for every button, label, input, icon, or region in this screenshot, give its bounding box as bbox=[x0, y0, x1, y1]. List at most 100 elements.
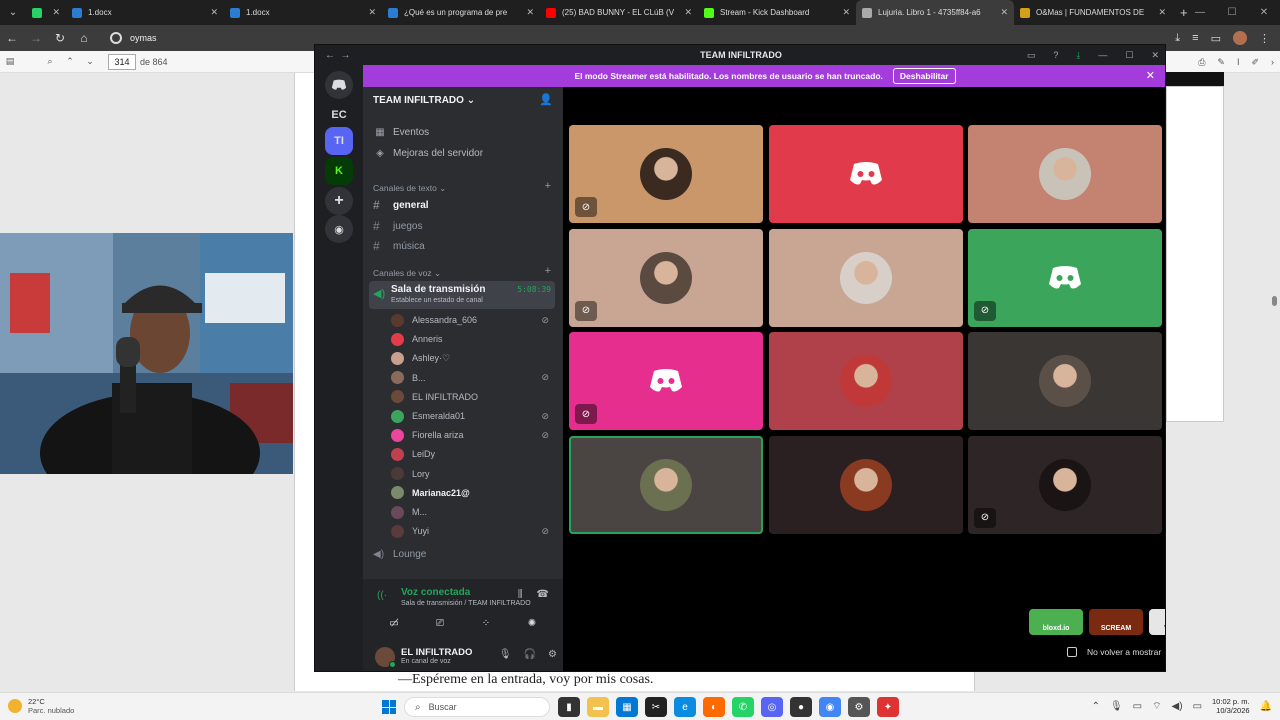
close-tab-icon[interactable]: ✕ bbox=[684, 7, 692, 18]
close-window-icon[interactable]: ✕ bbox=[1151, 50, 1159, 61]
settings-gear-icon[interactable]: ⚙ bbox=[548, 649, 557, 660]
forward-icon[interactable]: → bbox=[24, 31, 48, 45]
inbox-icon[interactable]: ▭ bbox=[1027, 50, 1036, 61]
noise-suppression-icon[interactable]: ⫼ bbox=[518, 589, 523, 600]
disable-streamer-button[interactable]: Deshabilitar bbox=[892, 68, 956, 84]
browser-tab[interactable]: Lujuria. Libro 1 - 4735ff84-a6 ✕ bbox=[856, 0, 1014, 25]
soundboard-icon[interactable]: ✺ bbox=[513, 613, 551, 633]
participant-tile[interactable] bbox=[968, 125, 1162, 223]
voice-member[interactable]: Esmeralda01 ⊘ bbox=[391, 408, 551, 424]
back-icon[interactable]: ← bbox=[0, 31, 24, 45]
server-name-header[interactable]: TEAM INFILTRADO ⌄ bbox=[373, 95, 475, 106]
kick-server-icon[interactable]: K bbox=[325, 157, 353, 185]
prev-page-icon[interactable]: ⌃ bbox=[60, 56, 80, 67]
server-icon-ec[interactable]: EC bbox=[325, 101, 353, 129]
browser-tab[interactable]: Stream - Kick Dashboard ✕ bbox=[698, 0, 856, 25]
server-icon-ti[interactable]: TI bbox=[325, 127, 353, 155]
edge-icon[interactable]: e bbox=[674, 697, 696, 717]
channel-lounge[interactable]: ◀) Lounge bbox=[373, 549, 426, 560]
close-tab-icon[interactable]: ✕ bbox=[368, 7, 376, 18]
close-window-icon[interactable]: ✕ bbox=[1248, 0, 1280, 25]
browser-tab[interactable]: 1.docx ✕ bbox=[66, 0, 224, 25]
participant-tile[interactable]: ⊘ bbox=[968, 228, 1162, 327]
events-item[interactable]: ▦ Eventos bbox=[373, 127, 429, 138]
channel-musica[interactable]: # música bbox=[373, 239, 425, 253]
draw-icon[interactable]: ✐ bbox=[1251, 57, 1259, 68]
url-field[interactable]: oymas bbox=[102, 28, 165, 48]
text-category[interactable]: Canales de texto ⌄ bbox=[373, 183, 446, 194]
help-icon[interactable]: ? bbox=[1053, 50, 1058, 60]
reload-icon[interactable]: ↻ bbox=[48, 31, 72, 45]
close-tab-icon[interactable]: ✕ bbox=[526, 7, 534, 18]
voice-member[interactable]: LeiDy bbox=[391, 446, 551, 462]
discord-icon[interactable]: ◎ bbox=[761, 697, 783, 717]
app-icon[interactable]: ✦ bbox=[877, 697, 899, 717]
home-icon[interactable]: ⌂ bbox=[72, 31, 96, 45]
sidebar-toggle-icon[interactable]: ▤ bbox=[0, 56, 20, 67]
voice-member[interactable]: M... bbox=[391, 504, 551, 520]
browser-tab[interactable]: ¿Qué es un programa de pre ✕ bbox=[382, 0, 540, 25]
task-view-icon[interactable]: ▮ bbox=[558, 697, 580, 717]
firefox-icon[interactable]: ◐ bbox=[703, 697, 725, 717]
browser-tab[interactable]: 1.docx ✕ bbox=[224, 0, 382, 25]
capcut-icon[interactable]: ✂ bbox=[645, 697, 667, 717]
monitor-icon[interactable]: ▭ bbox=[1133, 701, 1142, 712]
dont-show-checkbox[interactable] bbox=[1067, 647, 1077, 657]
reading-list-icon[interactable]: ≡ bbox=[1192, 32, 1198, 44]
participant-tile[interactable]: ⊘ bbox=[968, 435, 1162, 534]
text-icon[interactable]: I bbox=[1237, 57, 1240, 67]
browser-tab[interactable]: (25) BAD BUNNY - EL CLúB (V ✕ bbox=[540, 0, 698, 25]
participant-tile[interactable] bbox=[569, 435, 763, 534]
boosts-item[interactable]: ◈ Mejoras del servidor bbox=[373, 148, 483, 159]
activity-card[interactable]: Wordle bbox=[1149, 609, 1165, 635]
screen-share-icon[interactable]: ⎚ bbox=[421, 613, 459, 633]
add-server-icon[interactable]: + bbox=[325, 187, 353, 215]
voice-member[interactable]: Fiorella ariza ⊘ bbox=[391, 427, 551, 443]
chrome-icon[interactable]: ◉ bbox=[819, 697, 841, 717]
activity-card[interactable]: bloxd.io bbox=[1029, 609, 1083, 635]
user-panel[interactable]: EL INFILTRADO En canal de voz 🎙 🎧 ⚙ bbox=[373, 645, 557, 669]
browser-menu-icon[interactable]: ⋮ bbox=[1259, 32, 1270, 45]
file-explorer-icon[interactable]: ▬ bbox=[587, 697, 609, 717]
battery-icon[interactable]: ▭ bbox=[1193, 701, 1202, 712]
settings-gear-icon[interactable]: ⚙ bbox=[848, 697, 870, 717]
weather-widget[interactable]: 22°C Parc. nublado bbox=[8, 697, 74, 715]
discord-home-icon[interactable] bbox=[325, 71, 353, 99]
tab-search-icon[interactable]: ⌄ bbox=[0, 0, 26, 25]
participant-tile[interactable] bbox=[968, 332, 1162, 430]
participant-tile[interactable] bbox=[768, 228, 963, 327]
browser-tab[interactable]: ✕ bbox=[26, 0, 66, 25]
participant-tile[interactable] bbox=[768, 125, 963, 223]
maximize-icon[interactable]: ☐ bbox=[1216, 0, 1248, 25]
store-icon[interactable]: ▦ bbox=[616, 697, 638, 717]
wifi-icon[interactable]: ⌔ bbox=[1152, 700, 1161, 713]
whatsapp-icon[interactable]: ✆ bbox=[732, 697, 754, 717]
microphone-icon[interactable]: 🎙 bbox=[1110, 701, 1123, 712]
headphones-icon[interactable]: 🎧 bbox=[524, 649, 536, 660]
participant-tile[interactable]: ⊘ bbox=[569, 332, 763, 430]
close-tab-icon[interactable]: ✕ bbox=[842, 7, 850, 18]
maximize-icon[interactable]: ☐ bbox=[1125, 50, 1133, 61]
windows-start-icon[interactable] bbox=[382, 700, 396, 714]
profile-avatar[interactable] bbox=[1233, 31, 1247, 45]
minimize-icon[interactable]: — bbox=[1098, 50, 1107, 60]
more-icon[interactable]: › bbox=[1271, 57, 1274, 67]
volume-icon[interactable]: ◀) bbox=[1172, 701, 1183, 712]
download-icon[interactable]: ⤓ bbox=[1076, 50, 1080, 61]
channel-general[interactable]: # general bbox=[373, 198, 429, 212]
microphone-icon[interactable]: 🎙 bbox=[499, 649, 512, 660]
participant-tile[interactable] bbox=[768, 332, 963, 430]
taskbar-search[interactable]: ⌕ Buscar bbox=[404, 697, 550, 717]
print-icon[interactable]: ⎙ bbox=[1198, 57, 1205, 68]
minimize-icon[interactable]: — bbox=[1184, 0, 1216, 25]
voice-member[interactable]: Marianac21@ bbox=[391, 485, 551, 501]
highlight-icon[interactable]: ✎ bbox=[1217, 57, 1225, 68]
voice-member[interactable]: Anneris bbox=[391, 331, 551, 347]
split-view-icon[interactable]: ▭ bbox=[1211, 32, 1221, 45]
invite-icon[interactable]: 👤 bbox=[539, 93, 553, 106]
page-number-input[interactable]: 314 bbox=[108, 53, 136, 70]
voice-member[interactable]: Yuyi ⊘ bbox=[391, 523, 551, 539]
dont-show-checkbox-row[interactable]: No volver a mostrar bbox=[1067, 647, 1161, 657]
close-tab-icon[interactable]: ✕ bbox=[52, 7, 60, 18]
voice-member[interactable]: Alessandra_606 ⊘ bbox=[391, 312, 551, 328]
